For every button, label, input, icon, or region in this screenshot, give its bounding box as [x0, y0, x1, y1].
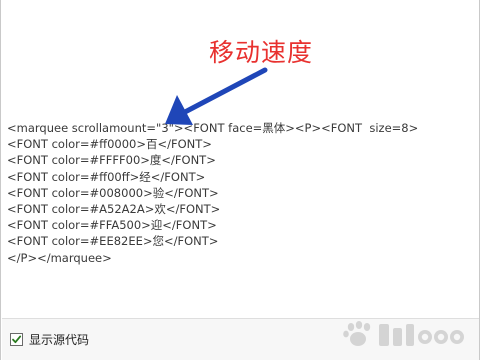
code-line-4: <FONT color=#ff00ff>经</FONT> — [7, 169, 206, 184]
show-source-checkbox[interactable] — [10, 332, 23, 346]
dialog-frame: 移动速度 <marquee scrollamount="3"><FONT fac… — [0, 0, 480, 360]
code-line-7: <FONT color=#FFA500>迎</FONT> — [7, 218, 217, 233]
baidu-paw-icon — [343, 321, 464, 346]
checkmark-icon — [12, 335, 22, 343]
code-line-3: <FONT color=#FFFF00>度</FONT> — [7, 153, 216, 168]
code-block[interactable]: <marquee scrollamount="3"><FONT face=黑体>… — [7, 120, 418, 266]
speed-annotation: 移动速度 — [209, 38, 314, 67]
code-line-5: <FONT color=#008000>验</FONT> — [7, 185, 219, 200]
code-line-2: <FONT color=#ff0000>百</FONT> — [7, 137, 212, 152]
code-line-1: <marquee scrollamount="3"><FONT face=黑体>… — [7, 121, 419, 135]
show-source-label: 显示源代码 — [29, 332, 90, 347]
code-line-9: </P></marquee> — [7, 250, 112, 265]
code-line-6: <FONT color=#A52A2A>欢</FONT> — [7, 201, 221, 216]
footer-bar: 显示源代码 — [2, 318, 479, 360]
code-line-8: <FONT color=#EE82EE>您</FONT> — [7, 234, 219, 249]
source-code-editor[interactable]: 移动速度 <marquee scrollamount="3"><FONT fac… — [2, 0, 479, 318]
show-source-toggle[interactable]: 显示源代码 — [10, 331, 89, 347]
